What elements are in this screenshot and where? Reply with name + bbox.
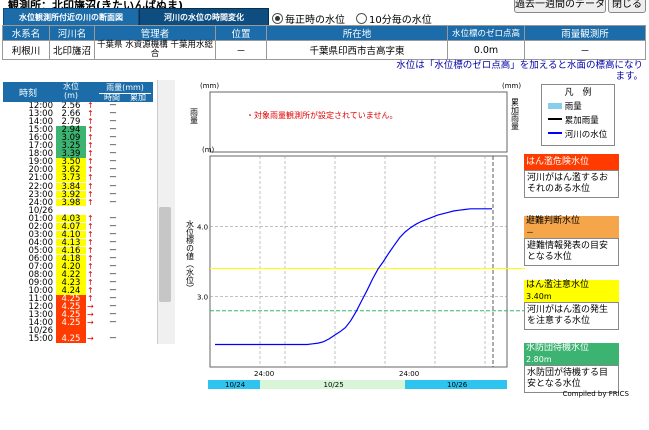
header-position: 位置 <box>215 25 267 41</box>
table-row: 22:00 3.84 ↑ － <box>3 182 153 191</box>
week-data-button[interactable]: 過去一週間のデータ <box>514 0 606 13</box>
date-bands: 10/24 10/25 10/26 <box>208 380 507 389</box>
close-button[interactable]: 閉じる <box>608 0 646 13</box>
header-zero-height: 水位標のゼロ点高 <box>447 25 525 41</box>
value-rain-station: － <box>524 40 646 60</box>
legend-level-label: 河川の水位 <box>564 130 608 140</box>
header-address: 所在地 <box>266 25 448 41</box>
rain-unit-left: (mm) <box>200 82 219 90</box>
legend-rain-label: 雨量 <box>564 102 582 112</box>
col-time: 時刻 <box>18 89 37 99</box>
col-level: 水位(m) <box>63 82 79 100</box>
row-rain: － <box>108 318 118 329</box>
radio-unselected-icon <box>356 13 367 24</box>
header-manager: 管理者 <box>94 25 216 41</box>
level-box-caution: はん濫注意水位 3.40m 河川がはん濫の発生を注意する水位 <box>524 280 619 330</box>
data-table-header: 時刻 水位(m) 雨量(mm) 時間 累加 <box>3 82 153 102</box>
table-row: 24:00 3.98 ↑ － <box>3 197 153 208</box>
row-trend-icon: → <box>87 334 94 344</box>
scrollbar-thumb[interactable] <box>159 207 171 302</box>
legend-rain-swatch <box>548 103 562 109</box>
radio-hourly[interactable]: 毎正時の水位 <box>272 11 345 26</box>
level-box-standby-value: 2.80m <box>524 354 619 365</box>
level-box-caution-desc: 河川がはん濫の発生を注意する水位 <box>524 302 619 330</box>
legend-level: 河川の水位 <box>548 128 607 140</box>
row-level: 3.92 <box>56 191 86 199</box>
row-level: 4.25 <box>56 335 86 343</box>
row-level: 3.84 <box>56 182 86 191</box>
level-box-caution-value: 3.40m <box>524 291 619 302</box>
legend: 凡 例 雨量 累加雨量 河川の水位 <box>541 84 615 146</box>
level-y-label: 水位標の値（水位） <box>186 219 195 292</box>
date-band-label: 10/26 <box>447 381 468 389</box>
table-row: 14:00 4.25 → － <box>3 318 153 329</box>
header-river-system: 水系名 <box>2 25 50 41</box>
zero-height-note: 水位は「水位標のゼロ点高」を加えると水面の標高になります。 <box>396 60 643 82</box>
water-level-chart: (mm) (mm) ・対象雨量観測所が設定されていません。 雨量 累加雨量 (m… <box>186 82 525 389</box>
rain-right-label: 累加雨量 <box>511 98 520 130</box>
data-table-body: 12:00 2.56 ↑ － 13:00 2.66 ↑ － 14:00 2.79 ↑ － 15:00 2.… <box>3 102 153 344</box>
table-row: 15:00 4.25 → － <box>3 334 153 344</box>
row-level: 3.73 <box>56 174 86 182</box>
legend-title: 凡 例 <box>564 88 592 98</box>
row-trend-icon: ↑ <box>87 197 94 207</box>
radio-selected-icon <box>272 13 283 24</box>
level-box-evacuation-value: － <box>524 227 619 238</box>
level-box-standby: 水防団待機水位 2.80m 水防団が待機する目安となる水位 <box>524 343 619 393</box>
level-box-evacuation-desc: 避難情報発表の目安となる水位 <box>524 238 619 266</box>
legend-cumulative-label: 累加雨量 <box>564 116 599 126</box>
level-box-caution-title: はん濫注意水位 <box>524 280 619 291</box>
level-box-evacuation-title: 避難判断水位 <box>524 216 619 227</box>
legend-level-swatch <box>548 132 562 134</box>
level-x-labels: 24:00 24:00 <box>254 370 419 378</box>
legend-cumulative: 累加雨量 <box>548 114 599 126</box>
level-box-danger-desc: 河川がはん濫するおそれのある水位 <box>524 170 619 198</box>
station-info-table: 水系名 河川名 管理者 位置 所在地 水位標のゼロ点高 雨量観測所 利根川 北印… <box>2 25 646 60</box>
radio-10min[interactable]: 10分毎の水位 <box>356 11 432 26</box>
value-position: － <box>215 40 267 60</box>
rain-panel-message: ・対象雨量観測所が設定されていません。 <box>246 110 398 120</box>
date-band-label: 10/24 <box>225 381 246 389</box>
footer-credit: Compiled by FRICS <box>562 390 629 398</box>
station-info-value-row: 利根川 北印旛沼 千葉県 水資源機構 千葉用水総合 － 千葉県印西市吉高字東 0… <box>2 40 646 60</box>
rain-panel-frame <box>209 91 508 153</box>
row-rain: － <box>108 334 118 344</box>
legend-cumulative-swatch <box>548 118 562 120</box>
header-rain-station: 雨量観測所 <box>524 25 646 41</box>
date-band-label: 10/25 <box>324 381 344 389</box>
row-rain: － <box>108 197 118 208</box>
value-address: 千葉県印西市吉高字東 <box>266 40 448 60</box>
rain-left-label: 雨量 <box>190 108 199 124</box>
row-trend-icon: → <box>87 318 94 328</box>
legend-rain: 雨量 <box>548 100 582 112</box>
row-level: 3.98 <box>56 199 86 207</box>
level-box-evacuation: 避難判断水位 － 避難情報発表の目安となる水位 <box>524 216 619 266</box>
header-river-name: 河川名 <box>49 25 95 41</box>
level-unit: (m) <box>202 146 215 154</box>
value-river-name: 北印旛沼 <box>49 40 95 60</box>
row-level: 4.25 <box>56 319 86 327</box>
y-tick-label: 4.0 <box>197 223 208 231</box>
level-box-danger: はん濫危険水位 河川がはん濫するおそれのある水位 <box>524 154 619 198</box>
level-box-standby-desc: 水防団が待機する目安となる水位 <box>524 365 619 393</box>
table-row: 23:00 3.92 ↑ － <box>3 190 153 199</box>
rain-unit-right: (mm) <box>502 82 521 90</box>
value-zero-height: 0.0m <box>447 40 525 60</box>
x-tick-label: 24:00 <box>399 370 419 378</box>
value-manager: 千葉県 水資源機構 千葉用水総合 <box>94 40 216 60</box>
level-panel-frame <box>209 155 508 368</box>
y-tick-label: 3.0 <box>197 294 208 302</box>
level-box-standby-title: 水防団待機水位 <box>524 343 619 354</box>
value-river-system: 利根川 <box>2 40 50 60</box>
level-box-danger-title: はん濫危険水位 <box>524 154 619 170</box>
table-row: 21:00 3.73 ↑ － <box>3 174 153 183</box>
row-time: 15:00 <box>28 334 54 344</box>
x-tick-label: 24:00 <box>254 370 274 378</box>
station-info-header-row: 水系名 河川名 管理者 位置 所在地 水位標のゼロ点高 雨量観測所 <box>2 25 646 41</box>
